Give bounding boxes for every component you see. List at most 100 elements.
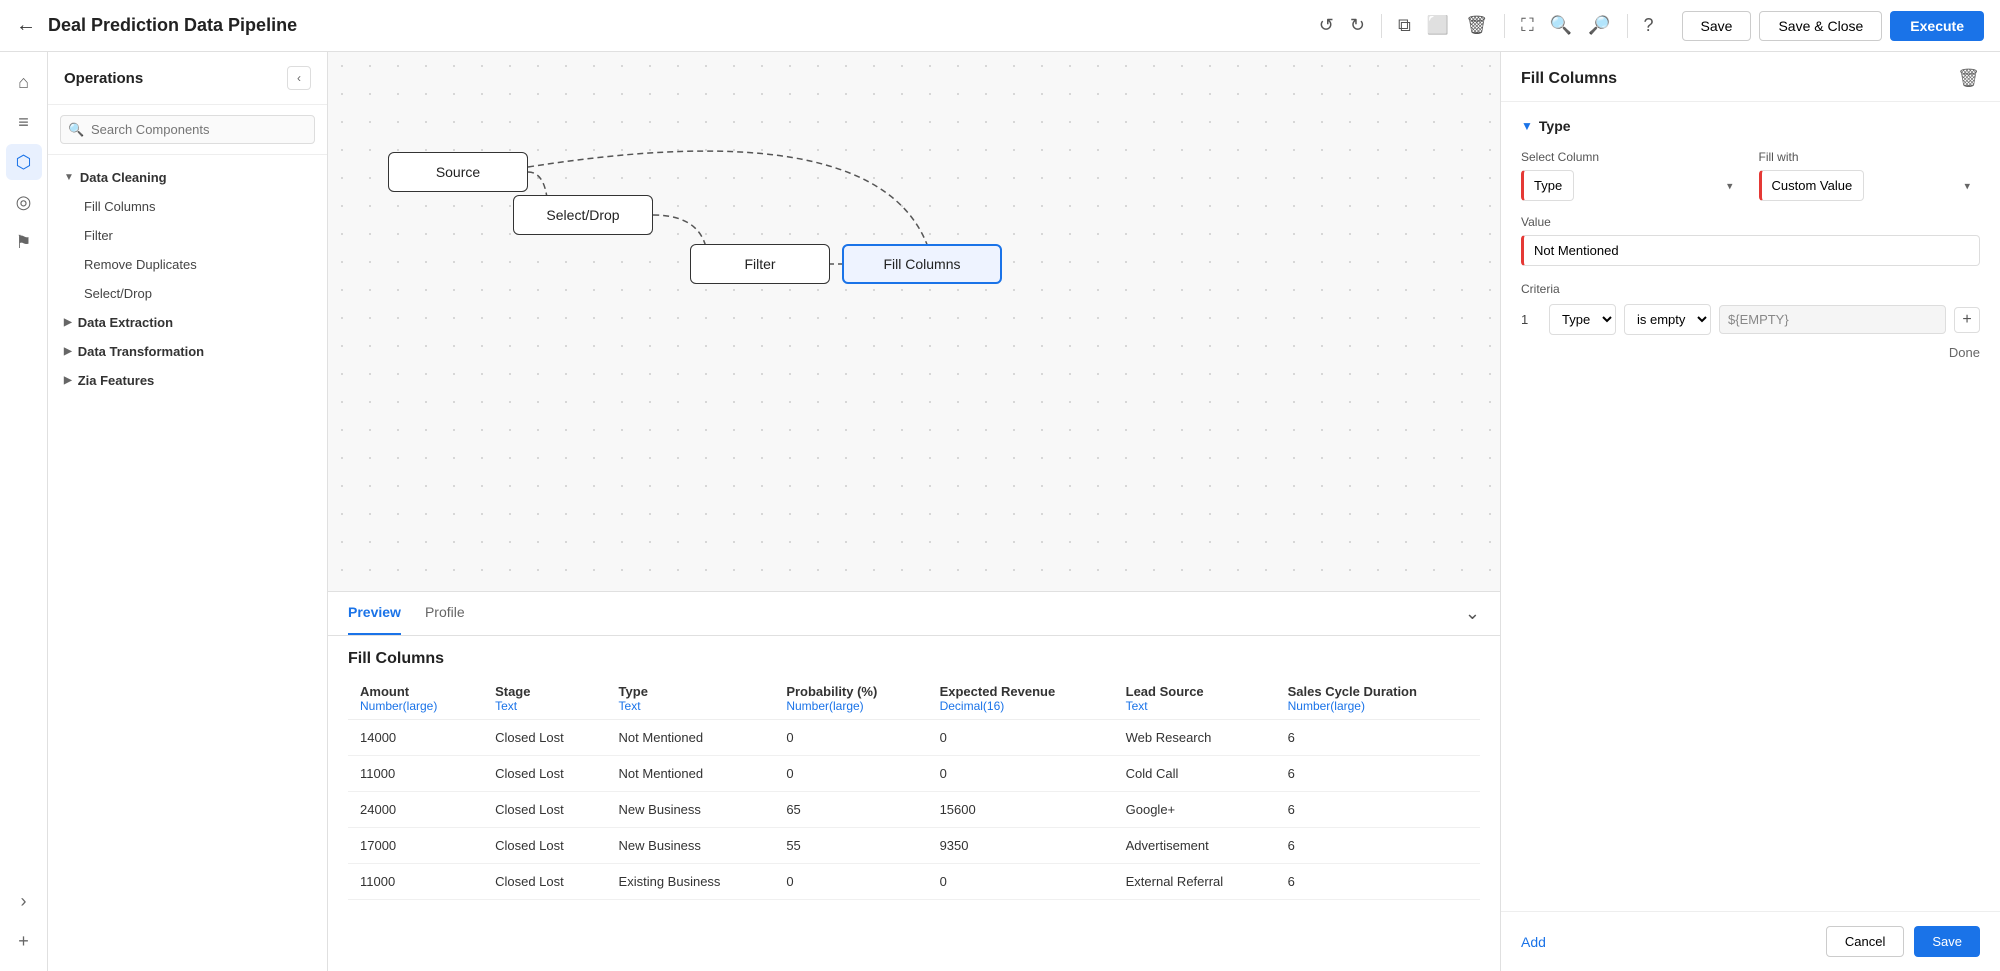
table-cell: Closed Lost	[483, 828, 606, 864]
tab-preview[interactable]: Preview	[348, 592, 401, 635]
table-cell: 0	[928, 864, 1114, 900]
chevron-down-icon: ▼	[64, 172, 74, 183]
criteria-column-select[interactable]: Type	[1549, 304, 1616, 335]
zoom-out-button[interactable]: 🔎	[1584, 11, 1614, 40]
zoom-in-button[interactable]: 🔍	[1546, 11, 1576, 40]
cancel-button[interactable]: Cancel	[1826, 926, 1904, 957]
value-label: Value	[1521, 215, 1980, 229]
criteria-row: 1 Type is empty +	[1521, 304, 1980, 335]
ops-item-select-drop[interactable]: Select/Drop	[48, 279, 327, 308]
preview-panel: Preview Profile ⌄ Fill Columns AmountNum…	[328, 591, 1500, 971]
delete-button[interactable]: 🗑	[1461, 11, 1492, 40]
table-cell: Cold Call	[1114, 756, 1276, 792]
search-icon: 🔍	[68, 122, 84, 138]
value-input[interactable]	[1521, 235, 1980, 266]
table-cell: Not Mentioned	[607, 720, 775, 756]
ops-item-fill-columns[interactable]: Fill Columns	[48, 192, 327, 221]
sidebar-collapse-icon[interactable]: ›	[6, 883, 42, 919]
section-toggle-icon: ▼	[1521, 119, 1533, 133]
table-row: 11000Closed LostNot Mentioned00Cold Call…	[348, 756, 1480, 792]
table-cell: 9350	[928, 828, 1114, 864]
ops-search-wrap: 🔍	[60, 115, 315, 144]
table-cell: 15600	[928, 792, 1114, 828]
ops-group-label-data-extraction: Data Extraction	[78, 315, 173, 330]
redo-button[interactable]: ↻	[1346, 11, 1369, 40]
sidebar-item-flag[interactable]: ⚑	[6, 224, 42, 260]
pipeline-node-source[interactable]: Source	[388, 152, 528, 192]
execute-button[interactable]: Execute	[1890, 11, 1984, 41]
table-cell: 0	[774, 864, 927, 900]
back-button[interactable]: ←	[16, 14, 36, 37]
table-cell: 6	[1276, 756, 1480, 792]
pipeline-canvas[interactable]: Source Select/Drop Filter Fill Columns	[328, 52, 1500, 591]
table-cell: 14000	[348, 720, 483, 756]
ops-group-label-zia-features: Zia Features	[78, 373, 155, 388]
topbar: ← Deal Prediction Data Pipeline ↺ ↻ ⧉ ⬜ …	[0, 0, 2000, 52]
tab-profile[interactable]: Profile	[425, 592, 465, 635]
ops-item-remove-duplicates[interactable]: Remove Duplicates	[48, 250, 327, 279]
right-panel-delete-button[interactable]: 🗑	[1957, 68, 1980, 89]
ops-group-zia-features: ▶ Zia Features	[48, 366, 327, 395]
sidebar-item-chart[interactable]: ◎	[6, 184, 42, 220]
section-toggle[interactable]: ▼ Type	[1521, 118, 1980, 134]
panel-footer-right: Cancel Save	[1826, 926, 1980, 957]
add-button[interactable]: Add	[1521, 934, 1546, 950]
toolbar-divider-2	[1504, 14, 1505, 38]
preview-tabs: Preview Profile ⌄	[328, 592, 1500, 636]
toolbar-tools: ↺ ↻ ⧉ ⬜ 🗑 ⛶ 🔍 🔎 ?	[1315, 11, 1658, 40]
sidebar-item-home[interactable]: ⌂	[6, 64, 42, 100]
sidebar-item-data[interactable]: ≡	[6, 104, 42, 140]
table-cell: Google+	[1114, 792, 1276, 828]
table-cell: 17000	[348, 828, 483, 864]
table-cell: 6	[1276, 864, 1480, 900]
table-cell: Existing Business	[607, 864, 775, 900]
ops-group-header-data-cleaning[interactable]: ▼ Data Cleaning	[48, 163, 327, 192]
criteria-label: Criteria	[1521, 282, 1980, 296]
paste-button[interactable]: ⬜	[1423, 11, 1453, 40]
table-header-row: AmountNumber(large) StageText TypeText P…	[348, 678, 1480, 720]
table-body: 14000Closed LostNot Mentioned00Web Resea…	[348, 720, 1480, 900]
fit-button[interactable]: ⛶	[1517, 11, 1538, 40]
criteria-value-input[interactable]	[1719, 305, 1946, 334]
preview-expand-button[interactable]: ⌄	[1465, 603, 1480, 624]
sidebar-add-icon[interactable]: +	[6, 923, 42, 959]
search-input[interactable]	[60, 115, 315, 144]
copy-button[interactable]: ⧉	[1394, 11, 1415, 40]
save-button[interactable]: Save	[1682, 11, 1752, 41]
fill-with-dropdown[interactable]: Custom Value	[1759, 170, 1864, 201]
select-column-wrap: Type	[1521, 170, 1743, 201]
select-column-dropdown[interactable]: Type	[1521, 170, 1574, 201]
criteria-add-button[interactable]: +	[1954, 307, 1980, 333]
table-cell: Closed Lost	[483, 720, 606, 756]
preview-section-title: Fill Columns	[348, 636, 1480, 678]
table-cell: Closed Lost	[483, 864, 606, 900]
pipeline-node-fillcolumns[interactable]: Fill Columns	[842, 244, 1002, 284]
table-cell: 0	[774, 720, 927, 756]
col-header-stage: StageText	[483, 678, 606, 720]
pipeline-node-filter[interactable]: Filter	[690, 244, 830, 284]
panel-save-button[interactable]: Save	[1914, 926, 1980, 957]
col-header-lead-source: Lead SourceText	[1114, 678, 1276, 720]
help-button[interactable]: ?	[1640, 11, 1658, 40]
pipeline-node-selectdrop[interactable]: Select/Drop	[513, 195, 653, 235]
ops-item-filter[interactable]: Filter	[48, 221, 327, 250]
sidebar-item-pipeline[interactable]: ⬡	[6, 144, 42, 180]
criteria-num: 1	[1521, 312, 1541, 327]
ops-group-header-data-transformation[interactable]: ▶ Data Transformation	[48, 337, 327, 366]
table-cell: Advertisement	[1114, 828, 1276, 864]
table-cell: 65	[774, 792, 927, 828]
ops-group-header-data-extraction[interactable]: ▶ Data Extraction	[48, 308, 327, 337]
main-area: ⌂ ≡ ⬡ ◎ ⚑ › + Operations ‹ 🔍 ▼ Data Clea	[0, 52, 2000, 971]
undo-button[interactable]: ↺	[1315, 11, 1338, 40]
table-cell: 0	[928, 756, 1114, 792]
table-cell: 0	[774, 756, 927, 792]
fill-with-label: Fill with	[1759, 150, 1981, 164]
col-header-sales-cycle: Sales Cycle DurationNumber(large)	[1276, 678, 1480, 720]
right-panel-header: Fill Columns 🗑	[1501, 52, 2000, 102]
form-group-value: Value	[1521, 215, 1980, 266]
ops-group-header-zia-features[interactable]: ▶ Zia Features	[48, 366, 327, 395]
table-cell: External Referral	[1114, 864, 1276, 900]
ops-collapse-button[interactable]: ‹	[287, 66, 311, 90]
save-close-button[interactable]: Save & Close	[1759, 11, 1882, 41]
criteria-condition-select[interactable]: is empty	[1624, 304, 1711, 335]
